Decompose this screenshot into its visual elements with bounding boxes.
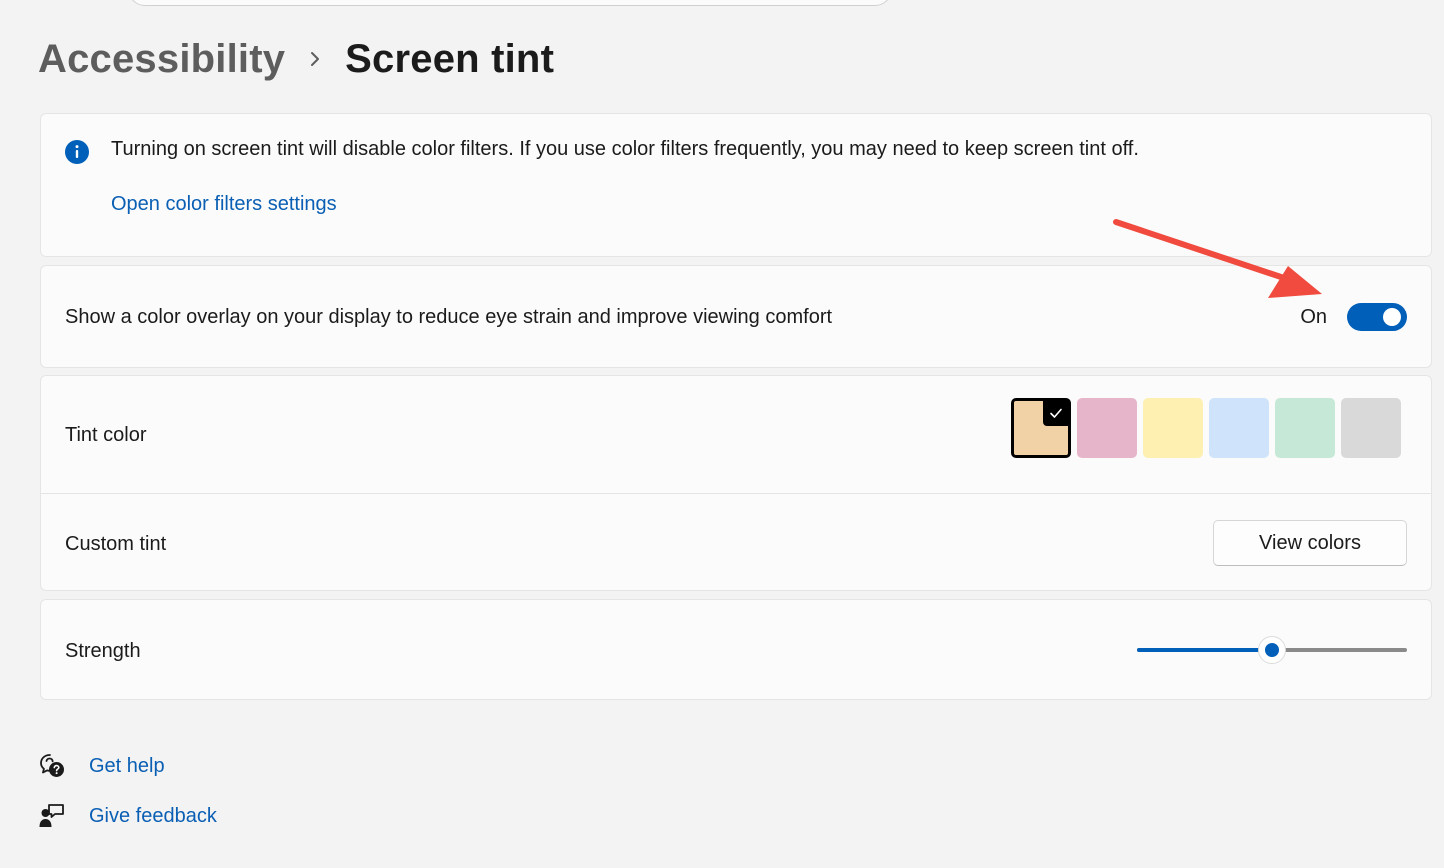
strength-slider[interactable] — [1137, 636, 1407, 664]
tint-settings-group: Tint color Custom tint View colors — [40, 375, 1432, 591]
slider-thumb[interactable] — [1258, 636, 1286, 664]
open-color-filters-link[interactable]: Open color filters settings — [111, 193, 337, 216]
breadcrumb-accessibility[interactable]: Accessibility — [38, 37, 285, 82]
overlay-description: Show a color overlay on your display to … — [65, 306, 833, 328]
slider-thumb-dot — [1265, 643, 1279, 657]
strength-row: Strength — [40, 599, 1432, 700]
breadcrumb: Accessibility Screen tint — [38, 34, 554, 84]
tint-swatch-green[interactable] — [1275, 398, 1335, 458]
screen-tint-toggle[interactable] — [1347, 303, 1407, 331]
checkmark-icon — [1043, 400, 1069, 426]
give-feedback-link[interactable]: Give feedback — [38, 802, 217, 830]
chevron-right-icon — [285, 49, 345, 69]
feedback-icon — [39, 804, 64, 827]
tint-color-row: Tint color — [41, 376, 1431, 493]
toggle-knob — [1383, 308, 1401, 326]
page-title: Screen tint — [345, 36, 555, 81]
strength-label: Strength — [65, 640, 141, 662]
tint-swatch-pink[interactable] — [1077, 398, 1137, 458]
give-feedback-label[interactable]: Give feedback — [89, 805, 217, 828]
info-icon — [65, 140, 89, 164]
get-help-icon — [40, 754, 64, 777]
tint-color-label: Tint color — [65, 424, 147, 446]
custom-tint-row: Custom tint View colors — [41, 494, 1431, 592]
info-message: Turning on screen tint will disable colo… — [111, 138, 1139, 160]
tint-swatch-blue[interactable] — [1209, 398, 1269, 458]
toggle-state-label: On — [1300, 306, 1327, 328]
view-colors-button[interactable]: View colors — [1213, 520, 1407, 566]
search-box-edge[interactable] — [128, 0, 892, 6]
tint-swatch-yellow[interactable] — [1143, 398, 1203, 458]
tint-swatch-gray[interactable] — [1341, 398, 1401, 458]
get-help-link[interactable]: Get help — [38, 752, 165, 780]
tint-swatch-peach[interactable] — [1011, 398, 1071, 458]
slider-fill — [1137, 648, 1272, 652]
info-card: Turning on screen tint will disable colo… — [40, 113, 1432, 257]
screen-tint-toggle-row: Show a color overlay on your display to … — [40, 265, 1432, 368]
tint-swatches — [1011, 398, 1401, 458]
custom-tint-label: Custom tint — [65, 533, 167, 555]
get-help-label[interactable]: Get help — [89, 755, 165, 778]
